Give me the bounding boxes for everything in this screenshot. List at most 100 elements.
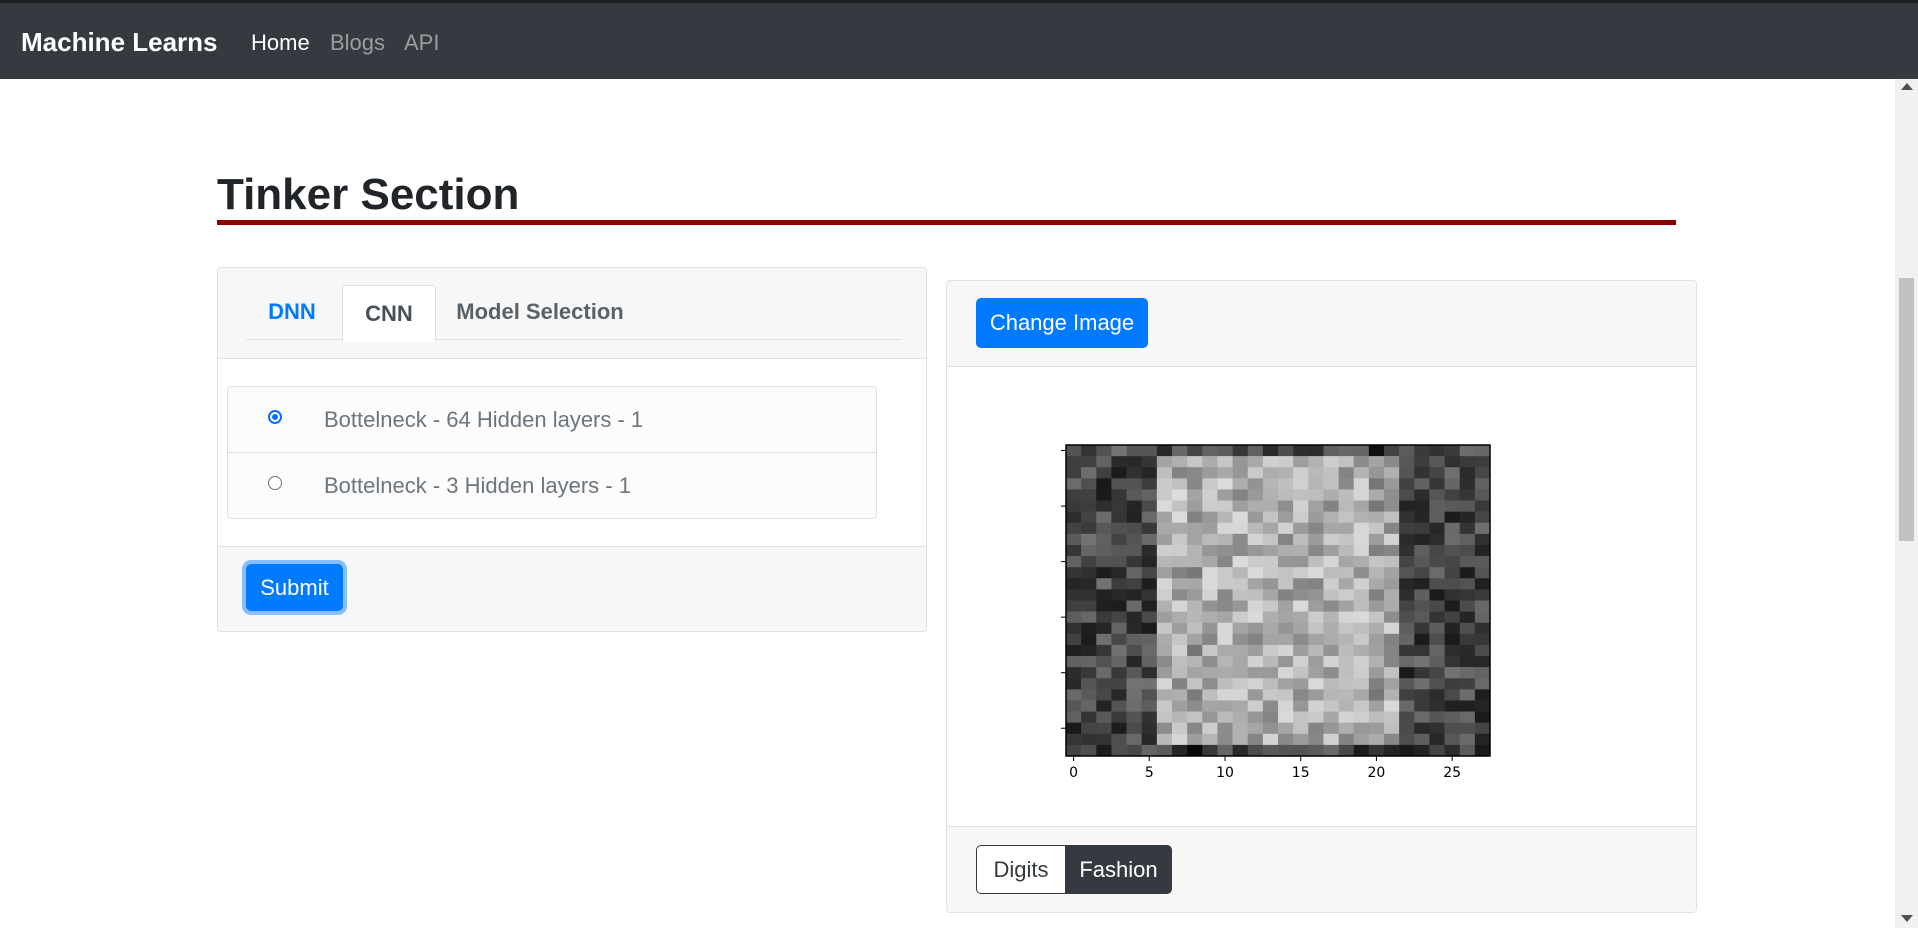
radio-unselected-icon[interactable] <box>268 476 282 490</box>
pixel-cell <box>1081 622 1097 635</box>
pixel-cell <box>1353 667 1370 679</box>
pixel-cell <box>1172 667 1188 679</box>
pixel-cell <box>1323 656 1339 668</box>
pixel-cell <box>1444 456 1461 468</box>
pixel-cell <box>1384 467 1400 479</box>
pixel-cell <box>1459 600 1476 612</box>
pixel-cell <box>1353 456 1370 468</box>
pixel-cell <box>1414 567 1430 579</box>
pixel-cell <box>1217 489 1233 501</box>
pixel-cell <box>1278 522 1294 535</box>
pixel-cell <box>1399 533 1415 546</box>
pixel-cell <box>1096 533 1112 546</box>
pixel-cell <box>1308 522 1324 535</box>
model-option-3[interactable]: Bottelneck - 3 Hidden layers - 1 <box>228 453 876 518</box>
pixel-cell <box>1459 478 1476 490</box>
pixel-cell <box>1414 689 1430 701</box>
pixel-cell <box>1293 644 1309 657</box>
pixel-cell <box>1368 544 1385 557</box>
pixel-cell <box>1353 611 1370 624</box>
pixel-cell <box>1459 733 1476 746</box>
pixel-cell <box>1156 556 1173 568</box>
dataset-toggle-digits[interactable]: Digits <box>976 845 1066 894</box>
pixel-cell <box>1399 733 1415 746</box>
nav-link-home[interactable]: Home <box>251 30 310 56</box>
pixel-cell <box>1247 445 1264 457</box>
pixel-cell <box>1096 500 1112 512</box>
pixel-cell <box>1414 556 1430 568</box>
pixel-cell <box>1141 689 1158 701</box>
pixel-cell <box>1338 678 1355 690</box>
tab-model-selection[interactable]: Model Selection <box>440 285 640 339</box>
pixel-cell <box>1217 689 1233 701</box>
pixel-cell <box>1111 678 1127 690</box>
pixel-cell <box>1338 600 1355 612</box>
brand-logo[interactable]: Machine Learns <box>21 27 218 58</box>
pixel-cell <box>1217 656 1233 668</box>
pixel-cell <box>1384 744 1400 757</box>
tab-dnn[interactable]: DNN <box>246 285 338 339</box>
nav-link-blogs[interactable]: Blogs <box>330 30 385 56</box>
pixel-cell <box>1444 611 1461 624</box>
pixel-cell <box>1384 556 1400 568</box>
pixel-cell <box>1474 489 1491 501</box>
image-card-footer: Digits Fashion <box>947 826 1696 912</box>
submit-button[interactable]: Submit <box>246 564 343 611</box>
pixel-cell <box>1278 511 1294 524</box>
pixel-cell <box>1141 644 1158 657</box>
page-scrollbar[interactable] <box>1895 79 1918 928</box>
pixel-cell <box>1081 711 1097 723</box>
pixel-cell <box>1247 644 1264 657</box>
pixel-cell <box>1399 511 1415 524</box>
pixel-cell <box>1278 600 1294 612</box>
pixel-cell <box>1474 478 1491 490</box>
pixel-cell <box>1308 500 1324 512</box>
pixel-cell <box>1156 489 1173 501</box>
pixel-cell <box>1202 689 1218 701</box>
pixel-cell <box>1111 478 1127 490</box>
pixel-cell <box>1338 533 1355 546</box>
scroll-up-icon[interactable] <box>1901 83 1913 90</box>
pixel-cell <box>1232 511 1249 524</box>
scroll-thumb[interactable] <box>1899 278 1914 541</box>
pixel-cell <box>1293 633 1309 646</box>
pixel-cell <box>1338 556 1355 568</box>
pixel-cell <box>1308 611 1324 624</box>
pixel-cell <box>1217 633 1233 646</box>
nav-link-api[interactable]: API <box>404 30 439 56</box>
pixel-cell <box>1232 478 1249 490</box>
change-image-button[interactable]: Change Image <box>976 298 1148 348</box>
pixel-cell <box>1293 567 1309 579</box>
pixel-cell <box>1338 656 1355 668</box>
scroll-down-icon[interactable] <box>1901 915 1913 922</box>
pixel-cell <box>1293 744 1309 757</box>
pixel-cell <box>1096 544 1112 557</box>
pixel-cell <box>1399 744 1415 757</box>
tab-cnn[interactable]: CNN <box>342 285 436 342</box>
pixel-cell <box>1429 656 1445 668</box>
pixel-cell <box>1232 656 1249 668</box>
pixel-cell <box>1066 589 1082 601</box>
pixel-cell <box>1278 456 1294 468</box>
pixel-cell <box>1474 600 1491 612</box>
pixel-cell <box>1081 611 1097 624</box>
pixel-cell <box>1474 633 1491 646</box>
pixel-cell <box>1172 744 1188 757</box>
pixel-cell <box>1429 544 1445 557</box>
pixel-cell <box>1247 522 1264 535</box>
pixel-cell <box>1278 578 1294 590</box>
dataset-toggle-fashion[interactable]: Fashion <box>1065 845 1172 894</box>
pixel-cell <box>1202 445 1218 457</box>
pixel-cell <box>1293 511 1309 524</box>
model-option-64[interactable]: Bottelneck - 64 Hidden layers - 1 <box>228 387 876 453</box>
pixel-cell <box>1081 689 1097 701</box>
pixel-cell <box>1156 578 1173 590</box>
pixel-cell <box>1262 622 1279 635</box>
pixel-cell <box>1217 578 1233 590</box>
pixel-cell <box>1081 667 1097 679</box>
pixel-cell <box>1278 544 1294 557</box>
pixel-cell <box>1399 500 1415 512</box>
radio-selected-icon[interactable] <box>268 410 282 424</box>
pixel-cell <box>1323 556 1339 568</box>
pixel-cell <box>1278 556 1294 568</box>
